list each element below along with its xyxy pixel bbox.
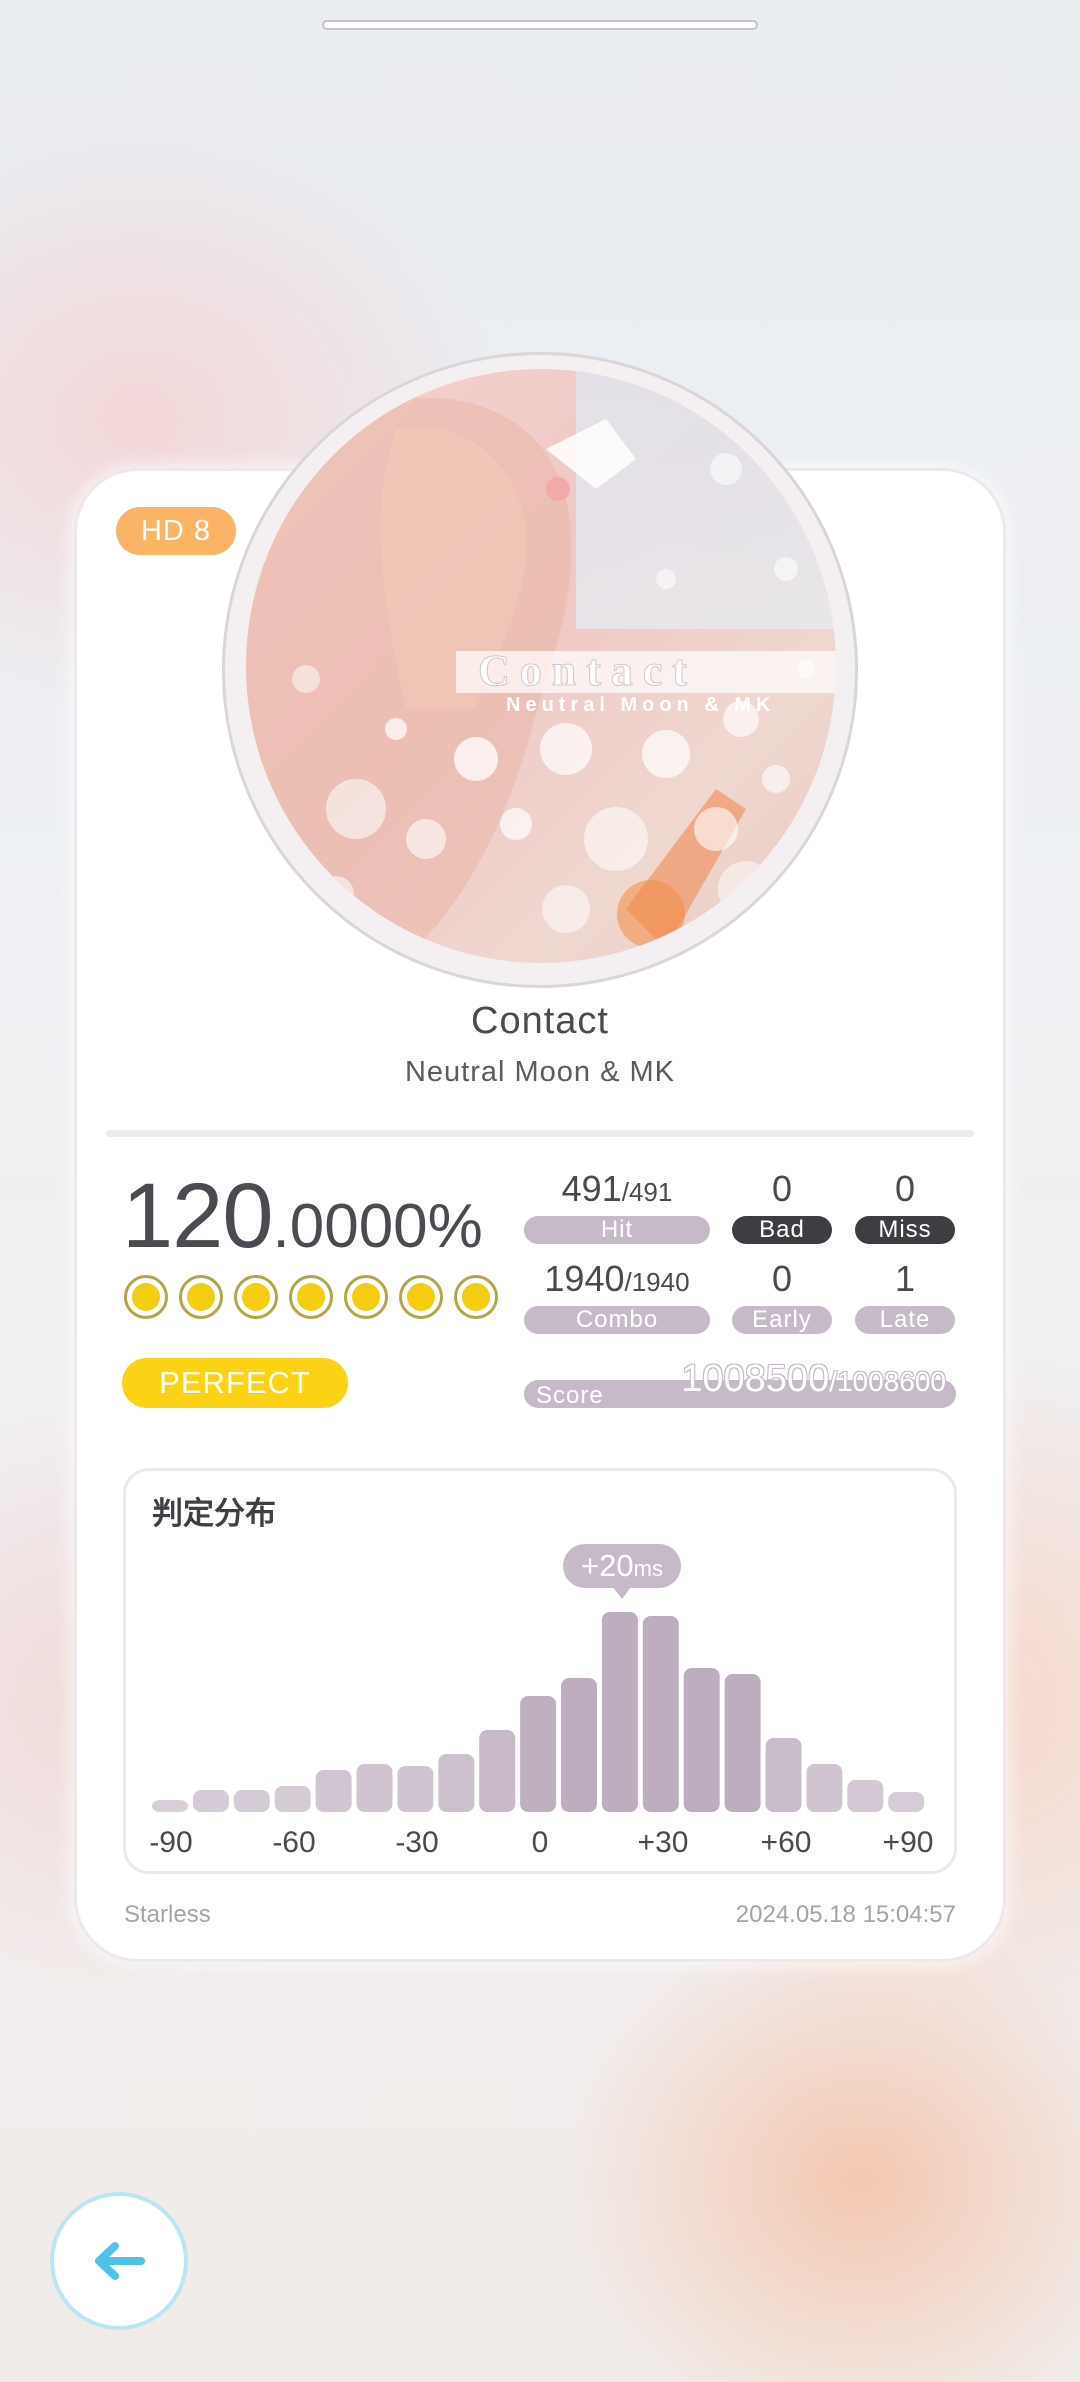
arrow-left-icon xyxy=(95,2242,145,2280)
distribution-bar xyxy=(601,1612,638,1812)
distribution-bar xyxy=(765,1738,802,1812)
distribution-bar xyxy=(233,1790,270,1812)
x-axis-label: +30 xyxy=(637,1826,689,1859)
back-button[interactable] xyxy=(50,2192,188,2330)
distribution-bar xyxy=(192,1790,229,1812)
distribution-bar xyxy=(274,1786,311,1812)
peak-offset-tooltip: +20ms xyxy=(563,1544,681,1588)
x-axis-label: 0 xyxy=(531,1826,549,1859)
distribution-bar xyxy=(397,1766,434,1812)
distribution-bar xyxy=(520,1696,557,1812)
distribution-bar xyxy=(847,1780,884,1812)
x-axis-label: -90 xyxy=(149,1826,193,1859)
peak-unit: ms xyxy=(633,1556,663,1581)
x-axis-label: -60 xyxy=(272,1826,316,1859)
distribution-bar xyxy=(315,1770,352,1812)
play-timestamp: 2024.05.18 15:04:57 xyxy=(735,1901,956,1928)
distribution-bar xyxy=(479,1730,516,1812)
x-axis-label: +60 xyxy=(760,1826,812,1859)
x-axis-label: -30 xyxy=(395,1826,439,1859)
x-axis-label: +90 xyxy=(882,1826,934,1859)
peak-value: +20 xyxy=(581,1548,634,1583)
tooltip-arrow xyxy=(613,1587,631,1599)
distribution-bar xyxy=(683,1668,720,1812)
player-name: Starless xyxy=(124,1901,211,1928)
distribution-bar xyxy=(561,1678,597,1812)
distribution-bar xyxy=(152,1800,188,1812)
distribution-bar xyxy=(724,1674,761,1812)
distribution-bar xyxy=(806,1764,843,1812)
distribution-bar xyxy=(888,1792,925,1812)
distribution-bar xyxy=(642,1616,679,1812)
distribution-bar xyxy=(356,1764,393,1812)
distribution-bar xyxy=(438,1754,475,1812)
distribution-bars xyxy=(152,1612,925,1812)
